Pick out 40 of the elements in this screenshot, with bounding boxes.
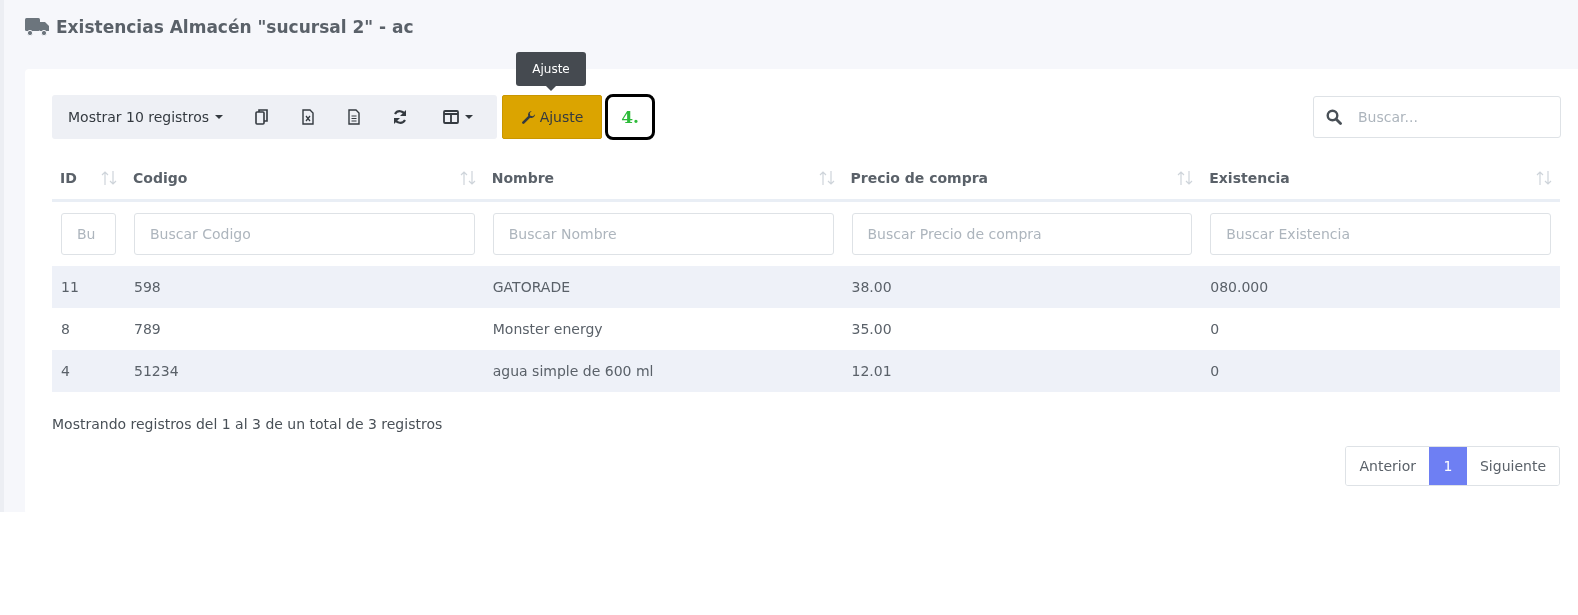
- page-button[interactable]: 1: [1429, 447, 1467, 485]
- columns-icon: [443, 110, 460, 124]
- adjust-button[interactable]: Ajuste: [502, 95, 602, 139]
- column-header[interactable]: Precio de compra: [850, 170, 989, 186]
- table-cell: 4: [61, 363, 70, 379]
- table-cell: 35.00: [851, 321, 892, 337]
- refresh-icon: [392, 109, 409, 125]
- column-filter-field[interactable]: Bu: [61, 213, 116, 255]
- table-cell: GATORADE: [492, 279, 571, 295]
- table-cell: 080.000: [1210, 279, 1269, 295]
- table-cell: 11: [61, 279, 79, 295]
- column-filter-field[interactable]: Buscar Precio de compra: [851, 213, 1193, 255]
- table-cell: 51234: [134, 363, 179, 379]
- records-dropdown[interactable]: Mostrar 10 registros: [52, 95, 240, 139]
- copy-icon: [255, 109, 270, 125]
- search-field[interactable]: Buscar...: [1313, 96, 1561, 138]
- table-cell: 12.01: [851, 363, 892, 379]
- column-filter-field[interactable]: Buscar Existencia: [1210, 213, 1551, 255]
- tooltip: Ajuste: [516, 52, 586, 86]
- column-filter-field[interactable]: Buscar Codigo: [134, 213, 475, 255]
- document-icon: [348, 109, 361, 125]
- column-header[interactable]: Existencia: [1209, 170, 1290, 186]
- table-info: Mostrando registros del 1 al 3 de un total de 3 registros: [52, 416, 444, 432]
- truck-icon: [25, 18, 49, 36]
- wrench-icon: [520, 109, 536, 125]
- excel-file-icon: [302, 109, 315, 125]
- table-cell: 8: [61, 321, 70, 337]
- column-filter-field[interactable]: Buscar Nombre: [492, 213, 834, 255]
- column-header[interactable]: ID: [60, 170, 77, 186]
- table-cell: agua simple de 600 ml: [492, 363, 654, 379]
- step-badge: 4.: [605, 94, 655, 140]
- table-cell: 0: [1210, 363, 1220, 379]
- table-cell: 38.00: [851, 279, 892, 295]
- table-cell: 789: [134, 321, 161, 337]
- table-cell: Monster energy: [492, 321, 603, 337]
- column-header[interactable]: Codigo: [133, 170, 188, 186]
- table-cell: 0: [1210, 321, 1220, 337]
- page-title: Existencias Almacén "sucursal 2" - ac: [56, 17, 414, 37]
- column-header[interactable]: Nombre: [491, 170, 555, 186]
- table-cell: 598: [134, 279, 161, 295]
